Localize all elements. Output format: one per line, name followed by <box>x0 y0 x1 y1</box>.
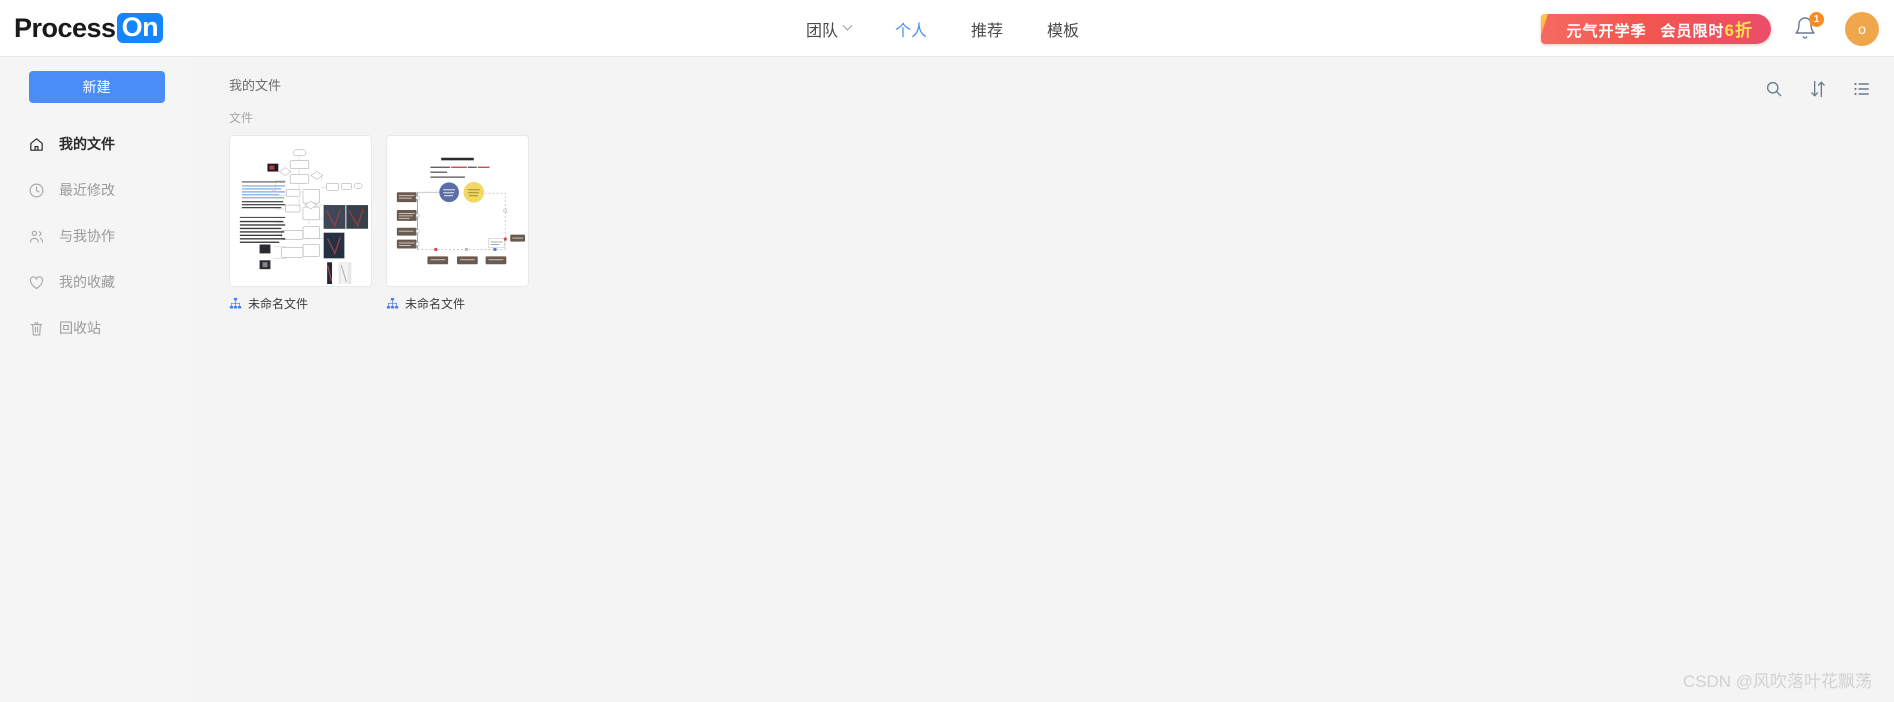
nav-item-recommend[interactable]: 推荐 <box>971 17 1003 41</box>
file-thumbnail-flowchart[interactable] <box>229 135 372 287</box>
file-card[interactable]: 未命名文件 <box>229 135 372 312</box>
sidebar-item-shared[interactable]: 与我协作 <box>0 213 193 259</box>
sidebar-item-favorites-label: 我的收藏 <box>59 274 115 290</box>
file-card[interactable]: 未命名文件 <box>386 135 529 312</box>
thumbnail-preview-plan <box>387 136 528 286</box>
nav-item-personal[interactable]: 个人 <box>895 17 927 41</box>
page-body: 新建 我的文件 最近修改 与我协作 我的收藏 回收站 我的文件 文件 未命名文件… <box>0 57 1894 702</box>
promo-second-text: 会员限时 <box>1660 23 1725 40</box>
avatar[interactable]: o <box>1845 11 1879 46</box>
file-name-label: 未命名文件 <box>248 297 309 311</box>
main-content: 我的文件 文件 未命名文件 未命名文件 CSDN @风吹落叶花飘荡 <box>193 57 1894 702</box>
notification-badge: 1 <box>1809 11 1824 27</box>
sidebar-item-trash-label: 回收站 <box>59 320 101 336</box>
avatar-letter: o <box>1858 20 1866 37</box>
nav-item-personal-label: 个人 <box>895 22 928 40</box>
nav-item-team[interactable]: 团队 <box>806 17 853 41</box>
top-bar-right: 元气开学季 会员限时6折 1 o <box>1540 0 1894 57</box>
sidebar-item-my-files-label: 我的文件 <box>59 136 115 152</box>
heart-icon <box>28 274 45 291</box>
sidebar-item-favorites[interactable]: 我的收藏 <box>0 259 193 305</box>
thumbnail-preview-flowchart <box>230 136 371 286</box>
chevron-down-icon <box>842 20 853 31</box>
sidebar-item-my-files[interactable]: 我的文件 <box>0 121 193 167</box>
sidebar-item-recent-label: 最近修改 <box>59 182 115 198</box>
promo-main-text: 元气开学季 <box>1566 23 1647 40</box>
sidebar-item-recent[interactable]: 最近修改 <box>0 167 193 213</box>
nav-item-team-label: 团队 <box>806 22 839 40</box>
breadcrumb: 我的文件 <box>229 78 282 93</box>
logo-text-process: Process <box>14 12 116 43</box>
promo-banner[interactable]: 元气开学季 会员限时6折 <box>1540 13 1771 44</box>
flowchart-icon <box>386 297 399 310</box>
file-grid: 未命名文件 未命名文件 <box>229 135 1894 312</box>
search-icon[interactable] <box>1764 79 1784 99</box>
file-name-label: 未命名文件 <box>405 297 466 311</box>
logo-text-on: On <box>116 12 164 44</box>
clock-icon <box>28 182 45 199</box>
people-icon <box>28 228 45 245</box>
main-navigation: 团队 个人 推荐 模板 <box>806 0 1079 57</box>
nav-item-template[interactable]: 模板 <box>1047 17 1079 41</box>
flowchart-icon <box>229 297 242 310</box>
home-icon <box>28 136 45 153</box>
watermark: CSDN @风吹落叶花飘荡 <box>1682 672 1872 691</box>
sidebar-item-trash[interactable]: 回收站 <box>0 305 193 351</box>
sidebar: 新建 我的文件 最近修改 与我协作 我的收藏 回收站 <box>0 57 193 702</box>
app-logo[interactable]: Process On <box>14 12 164 44</box>
promo-highlight-text: 6折 <box>1724 21 1753 40</box>
nav-item-recommend-label: 推荐 <box>971 22 1004 40</box>
top-bar: Process On 团队 个人 推荐 模板 元气开学季 会员限时6折 1 o <box>0 0 1894 57</box>
file-name-row: 未命名文件 <box>386 295 529 312</box>
bell-icon <box>1793 16 1817 44</box>
notifications-button[interactable]: 1 <box>1793 11 1824 44</box>
file-thumbnail-plan-diagram[interactable] <box>386 135 529 287</box>
content-toolbar <box>1764 79 1872 99</box>
sort-icon[interactable] <box>1808 79 1828 99</box>
trash-icon <box>28 320 45 337</box>
list-view-icon[interactable] <box>1852 79 1872 99</box>
file-name-row: 未命名文件 <box>229 295 372 312</box>
section-label-files: 文件 <box>229 111 254 125</box>
sidebar-item-shared-label: 与我协作 <box>59 228 115 244</box>
nav-item-template-label: 模板 <box>1047 22 1080 40</box>
new-file-button[interactable]: 新建 <box>28 71 165 103</box>
